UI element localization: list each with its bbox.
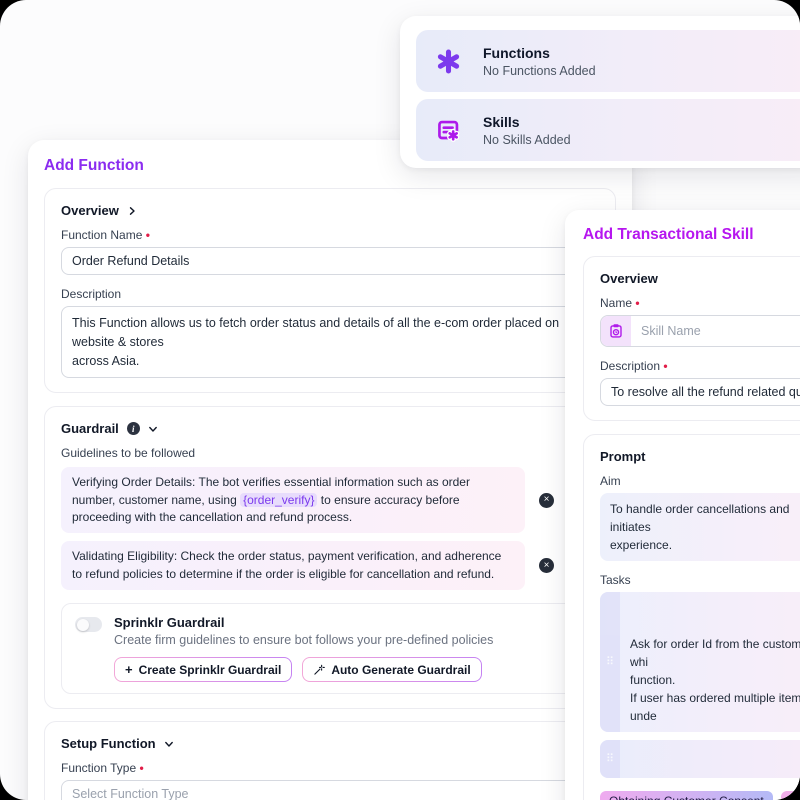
function-overview-header[interactable]: Overview	[61, 203, 599, 218]
task-item[interactable]: Ask for order Id from the customer whi f…	[600, 592, 800, 732]
skill-overview-card: Overview Name Skill Name Description To …	[583, 256, 800, 421]
function-type-placeholder: Select Function Type	[72, 781, 189, 800]
setup-function-header[interactable]: Setup Function	[61, 736, 599, 751]
components-summary-panel: Functions No Functions Added Skills No S…	[400, 16, 800, 168]
function-type-label: Function Type	[61, 761, 599, 775]
app-canvas: Add Function Overview Function Name Orde…	[0, 0, 800, 800]
skill-name-input[interactable]: Skill Name	[600, 315, 800, 347]
add-skill-title: Add Transactional Skill	[583, 226, 800, 244]
guardrail-header-label: Guardrail	[61, 421, 119, 436]
toggle-knob	[77, 619, 89, 631]
drag-handle-icon[interactable]	[600, 740, 620, 778]
tag-chip[interactable]: Obtaining Customer Consent	[600, 791, 773, 800]
remove-guideline-icon[interactable]	[539, 558, 554, 573]
tag-chip[interactable]: Providing C	[781, 791, 800, 800]
create-guardrail-label: Create Sprinklr Guardrail	[139, 663, 282, 677]
guardrail-card: Guardrail Guidelines to be followed Veri…	[44, 406, 616, 709]
chevron-down-icon[interactable]	[164, 739, 174, 749]
wand-icon	[313, 664, 325, 676]
overview-header-label: Overview	[61, 203, 119, 218]
guardrail-header[interactable]: Guardrail	[61, 421, 599, 436]
functions-card-subtitle: No Functions Added	[483, 64, 596, 78]
sprinklr-guardrail-description: Create firm guidelines to ensure bot fol…	[114, 633, 493, 647]
skills-icon	[429, 111, 467, 149]
sprinklr-guardrail-title: Sprinklr Guardrail	[114, 615, 493, 630]
function-description-textarea[interactable]: This Function allows us to fetch order s…	[61, 306, 599, 378]
prompt-header: Prompt	[600, 449, 800, 464]
drag-handle-icon[interactable]	[600, 592, 620, 732]
skills-summary-card[interactable]: Skills No Skills Added	[416, 99, 800, 161]
task-text: Ask for order Id from the customer whi f…	[630, 637, 800, 723]
function-name-label: Function Name	[61, 228, 599, 242]
sprinklr-guardrail-card: Sprinklr Guardrail Create firm guideline…	[61, 603, 599, 694]
chevron-right-icon[interactable]	[127, 206, 137, 216]
guideline-text[interactable]: Validating Eligibility: Check the order …	[61, 541, 525, 590]
aim-textarea[interactable]: To handle order cancellations and initia…	[600, 493, 800, 561]
skills-card-subtitle: No Skills Added	[483, 133, 571, 147]
guideline-text[interactable]: Verifying Order Details: The bot verifie…	[61, 467, 525, 533]
guideline-row: Validating Eligibility: Check the order …	[61, 541, 599, 590]
functions-summary-card[interactable]: Functions No Functions Added	[416, 30, 800, 92]
info-icon[interactable]	[127, 422, 140, 435]
skill-prompt-card: Prompt Aim To handle order cancellations…	[583, 434, 800, 800]
chevron-down-icon[interactable]	[148, 424, 158, 434]
skill-description-label: Description	[600, 359, 800, 373]
skill-clipboard-icon	[601, 316, 631, 346]
function-overview-card: Overview Function Name Order Refund Deta…	[44, 188, 616, 393]
guidelines-label: Guidelines to be followed	[61, 446, 599, 460]
function-description-label: Description	[61, 287, 599, 301]
asterisk-icon	[429, 42, 467, 80]
task-item-empty[interactable]	[600, 740, 800, 778]
skill-name-placeholder: Skill Name	[631, 324, 701, 338]
function-name-input[interactable]: Order Refund Details	[61, 247, 599, 275]
add-function-panel: Add Function Overview Function Name Orde…	[28, 140, 632, 800]
skill-overview-header: Overview	[600, 271, 800, 286]
skill-description-input[interactable]: To resolve all the refund related querie…	[600, 378, 800, 406]
setup-function-card: Setup Function Function Type Select Func…	[44, 721, 616, 800]
auto-generate-guardrail-button[interactable]: Auto Generate Guardrail	[302, 657, 481, 682]
skills-card-title: Skills	[483, 114, 571, 130]
plus-icon	[125, 662, 133, 677]
add-transactional-skill-panel: Add Transactional Skill Overview Name Sk…	[565, 210, 800, 800]
functions-card-title: Functions	[483, 45, 596, 61]
task-tags-row: Obtaining Customer Consent Providing C	[600, 791, 800, 800]
guideline-token[interactable]: {order_verify}	[240, 493, 317, 507]
create-sprinklr-guardrail-button[interactable]: Create Sprinklr Guardrail	[114, 657, 292, 682]
sprinklr-guardrail-toggle[interactable]	[75, 617, 102, 632]
aim-label: Aim	[600, 474, 800, 488]
skill-name-label: Name	[600, 296, 800, 310]
function-type-select[interactable]: Select Function Type	[61, 780, 599, 800]
auto-generate-label: Auto Generate Guardrail	[331, 663, 470, 677]
remove-guideline-icon[interactable]	[539, 493, 554, 508]
guideline-row: Verifying Order Details: The bot verifie…	[61, 467, 599, 533]
tasks-label: Tasks	[600, 573, 800, 587]
prompt-header-label: Prompt	[600, 449, 646, 464]
setup-function-header-label: Setup Function	[61, 736, 156, 751]
skill-overview-header-label: Overview	[600, 271, 658, 286]
